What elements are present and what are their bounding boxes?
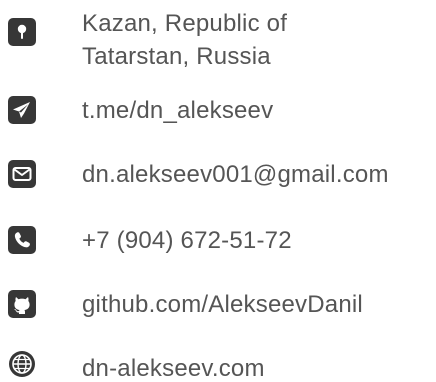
email-link[interactable]: dn.alekseev001@gmail.com	[82, 158, 389, 191]
location-line-2: Tatarstan, Russia	[82, 43, 271, 70]
contact-item-telegram[interactable]: t.me/dn_alekseev	[0, 96, 436, 136]
phone-icon	[8, 226, 36, 254]
globe-icon	[8, 350, 36, 378]
contact-item-website[interactable]: dn-alekseev.com	[0, 346, 436, 382]
location-line-1: Kazan, Republic of	[82, 10, 288, 37]
github-link[interactable]: github.com/AlekseevDanil	[82, 288, 363, 321]
location-pin-icon	[8, 18, 36, 46]
contact-item-phone[interactable]: +7 (904) 672-51-72	[0, 226, 436, 266]
website-link[interactable]: dn-alekseev.com	[82, 352, 265, 382]
telegram-link[interactable]: t.me/dn_alekseev	[82, 94, 273, 127]
location-text: Kazan, Republic of Tatarstan, Russia	[82, 7, 287, 73]
envelope-icon	[8, 160, 36, 188]
telegram-icon	[8, 96, 36, 124]
contact-item-github[interactable]: github.com/AlekseevDanil	[0, 290, 436, 330]
contact-item-email[interactable]: dn.alekseev001@gmail.com	[0, 160, 436, 200]
phone-link[interactable]: +7 (904) 672-51-72	[82, 224, 292, 257]
contact-list: Kazan, Republic of Tatarstan, Russia t.m…	[0, 0, 436, 382]
github-icon	[8, 290, 36, 318]
contact-item-location: Kazan, Republic of Tatarstan, Russia	[0, 0, 436, 80]
